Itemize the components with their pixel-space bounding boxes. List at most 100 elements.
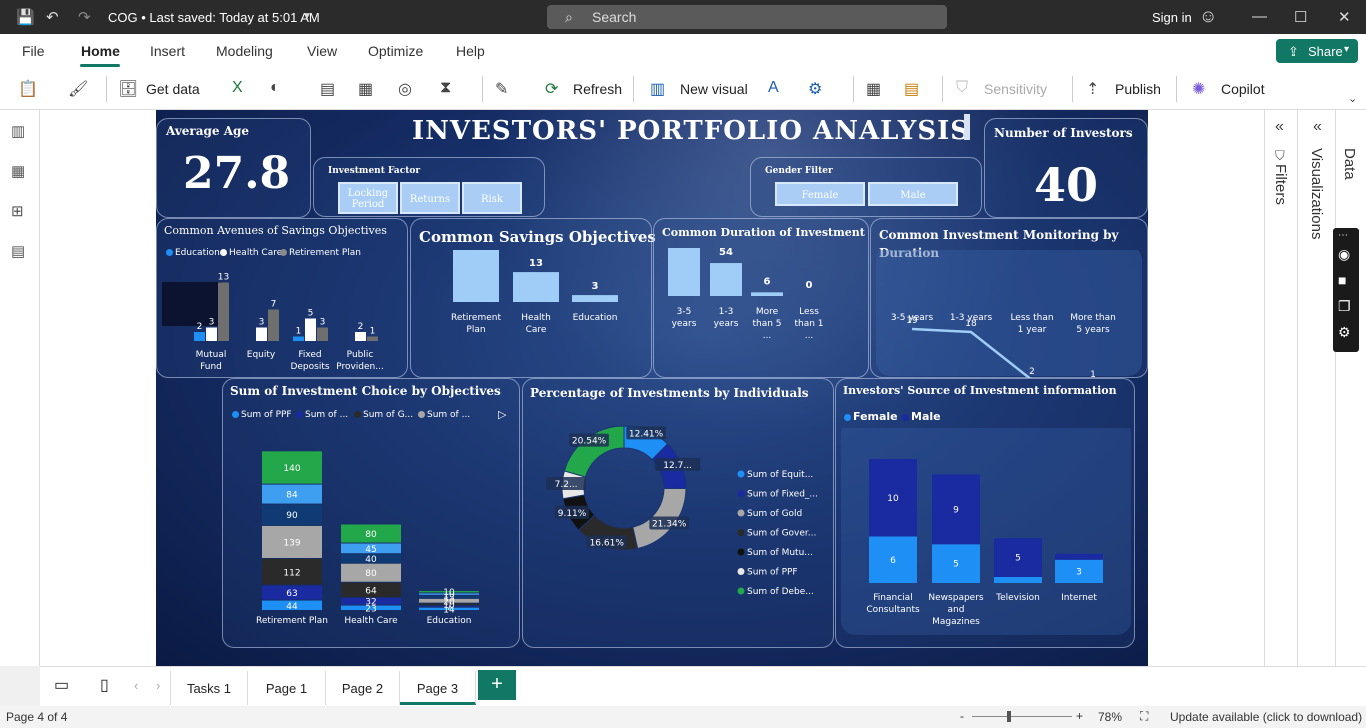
bar <box>256 327 267 341</box>
settings-gear-icon[interactable]: ⚙ <box>1338 324 1351 341</box>
investment-factor-label: Investment Factor <box>328 166 421 176</box>
legend-label: Sum of Mutu... <box>747 548 813 558</box>
menu-view[interactable]: View <box>307 43 337 59</box>
bar <box>572 295 618 302</box>
calculator-icon[interactable]: ▦ <box>866 79 881 99</box>
right-panes: « « ⛉ Filters Visualizations Data <box>1264 110 1366 666</box>
slicer-button-male[interactable]: Male <box>868 182 958 206</box>
menu-modeling[interactable]: Modeling <box>216 43 273 59</box>
search-icon: ⌕ <box>565 9 573 25</box>
slicer-button-risk[interactable]: Risk <box>462 182 522 214</box>
zoom-level: 78% <box>1098 710 1123 724</box>
category-label: ... <box>763 331 772 341</box>
onelake-icon[interactable]: ◐ <box>270 79 280 97</box>
menu-home[interactable]: Home <box>81 43 120 59</box>
page-tab-tasks-1[interactable]: Tasks 1 <box>170 671 248 705</box>
undo-icon[interactable]: ↶ <box>46 8 59 26</box>
fit-to-page-icon[interactable]: ⛶ <box>1140 709 1148 724</box>
mobile-layout-icon[interactable]: ▯ <box>100 675 109 695</box>
category-label: Education <box>573 313 618 323</box>
maximize-icon[interactable]: ☐ <box>1294 8 1307 26</box>
paste-icon[interactable]: 📋 <box>18 79 38 99</box>
more-visuals-icon[interactable]: ⚙ <box>808 79 822 99</box>
data-label: 9 <box>953 505 959 515</box>
redo-icon[interactable]: ↷ <box>78 8 91 26</box>
legend-label: Retirement Plan <box>289 248 361 258</box>
excel-icon[interactable]: X <box>232 79 243 97</box>
category-label: Health Care <box>344 616 398 626</box>
page-tab-page-1[interactable]: Page 1 <box>248 671 326 705</box>
get-data-button[interactable]: Get data <box>146 81 200 97</box>
save-icon[interactable]: 💾 <box>16 8 35 26</box>
model-view-icon[interactable]: ⊞ <box>11 202 24 220</box>
refresh-button[interactable]: Refresh <box>573 81 622 97</box>
category-label: Mutual <box>196 350 227 360</box>
legend-label: Health Care <box>229 248 283 258</box>
average-age-label: Average Age <box>166 124 250 138</box>
account-icon[interactable]: ☺ <box>1199 6 1217 27</box>
visualizations-pane-tab[interactable]: Visualizations <box>1308 148 1325 239</box>
slice-label: 16.61% <box>590 538 625 548</box>
format-painter-icon[interactable]: 🖌 <box>68 79 88 99</box>
update-available-link[interactable]: Update available (click to download) <box>1170 710 1362 724</box>
video-icon[interactable]: ■ <box>1338 272 1346 288</box>
sign-in-button[interactable]: Sign in <box>1152 10 1192 25</box>
sensitivity-icon: ⛉ <box>956 79 969 96</box>
prev-page-icon[interactable]: ‹ <box>134 678 138 693</box>
collapse-filters-icon[interactable]: « <box>1275 118 1284 136</box>
collapse-ribbon-icon[interactable]: ⌄ <box>1348 92 1357 105</box>
report-view-icon[interactable]: ▥ <box>11 122 25 140</box>
transform-data-icon[interactable]: ✎ <box>495 79 508 99</box>
share-button[interactable]: ⇪ Share ▾ <box>1276 39 1358 63</box>
legend-next-icon[interactable]: ▷ <box>498 408 506 421</box>
zoom-in-button[interactable]: + <box>1076 709 1083 723</box>
search-input[interactable]: ⌕ Search <box>547 5 947 29</box>
number-of-investors-label: Number of Investors <box>994 126 1133 140</box>
bar <box>513 272 559 302</box>
chevron-down-icon[interactable]: ▼ <box>302 11 312 22</box>
table-icon[interactable]: ▦ <box>358 79 373 99</box>
filters-pane-tab[interactable]: Filters <box>1272 164 1289 205</box>
category-label: years <box>672 319 697 329</box>
quick-measure-icon[interactable]: ▤ <box>904 79 919 99</box>
legend-label: Sum of Fixed_... <box>747 490 818 500</box>
desktop-layout-icon[interactable]: ▭ <box>54 675 69 695</box>
more-options-icon[interactable]: ⋯ <box>1338 230 1348 241</box>
data-pane-tab[interactable]: Data <box>1341 148 1358 180</box>
zoom-out-button[interactable]: - <box>960 709 964 723</box>
menu-optimize[interactable]: Optimize <box>368 43 423 59</box>
menu-file[interactable]: File <box>22 43 45 59</box>
menu-insert[interactable]: Insert <box>150 43 185 59</box>
data-label: 13 <box>218 273 229 283</box>
slicer-button-female[interactable]: Female <box>775 182 865 206</box>
publish-button[interactable]: Publish <box>1115 81 1161 97</box>
zoom-slider-thumb[interactable] <box>1007 711 1011 722</box>
legend-label: Sum of PPF <box>241 410 292 420</box>
dataverse-icon[interactable]: ◎ <box>398 79 412 99</box>
minimize-icon[interactable]: — <box>1252 8 1267 25</box>
copy-icon[interactable]: ❐ <box>1338 298 1351 315</box>
category-label: More <box>756 307 779 317</box>
zoom-slider[interactable] <box>972 716 1072 717</box>
search-placeholder: Search <box>592 9 637 25</box>
collapse-visualizations-icon[interactable]: « <box>1313 118 1322 136</box>
slicer-button-locking-period[interactable]: Locking Period <box>338 182 398 214</box>
page-tab-page-2[interactable]: Page 2 <box>326 671 400 705</box>
text-box-icon[interactable]: A <box>768 79 779 97</box>
bar <box>751 292 783 296</box>
slicer-button-returns[interactable]: Returns <box>400 182 460 214</box>
new-visual-button[interactable]: New visual <box>680 81 748 97</box>
category-label: Less than <box>1010 313 1053 323</box>
table-view-icon[interactable]: ▦ <box>11 162 25 180</box>
page-tab-page-3[interactable]: Page 3 <box>400 671 476 705</box>
close-icon[interactable]: ✕ <box>1338 8 1351 26</box>
menu-help[interactable]: Help <box>456 43 485 59</box>
document-title[interactable]: COG • Last saved: Today at 5:01 AM <box>108 10 320 25</box>
add-page-button[interactable]: + <box>478 670 516 700</box>
camera-icon[interactable]: ◉ <box>1338 246 1350 263</box>
recent-sources-icon[interactable]: ⧗ <box>440 79 451 97</box>
file-icon[interactable]: ▤ <box>320 79 335 99</box>
dax-query-icon[interactable]: ▤ <box>11 242 25 260</box>
next-page-icon[interactable]: › <box>156 678 160 693</box>
copilot-button[interactable]: Copilot <box>1221 81 1265 97</box>
